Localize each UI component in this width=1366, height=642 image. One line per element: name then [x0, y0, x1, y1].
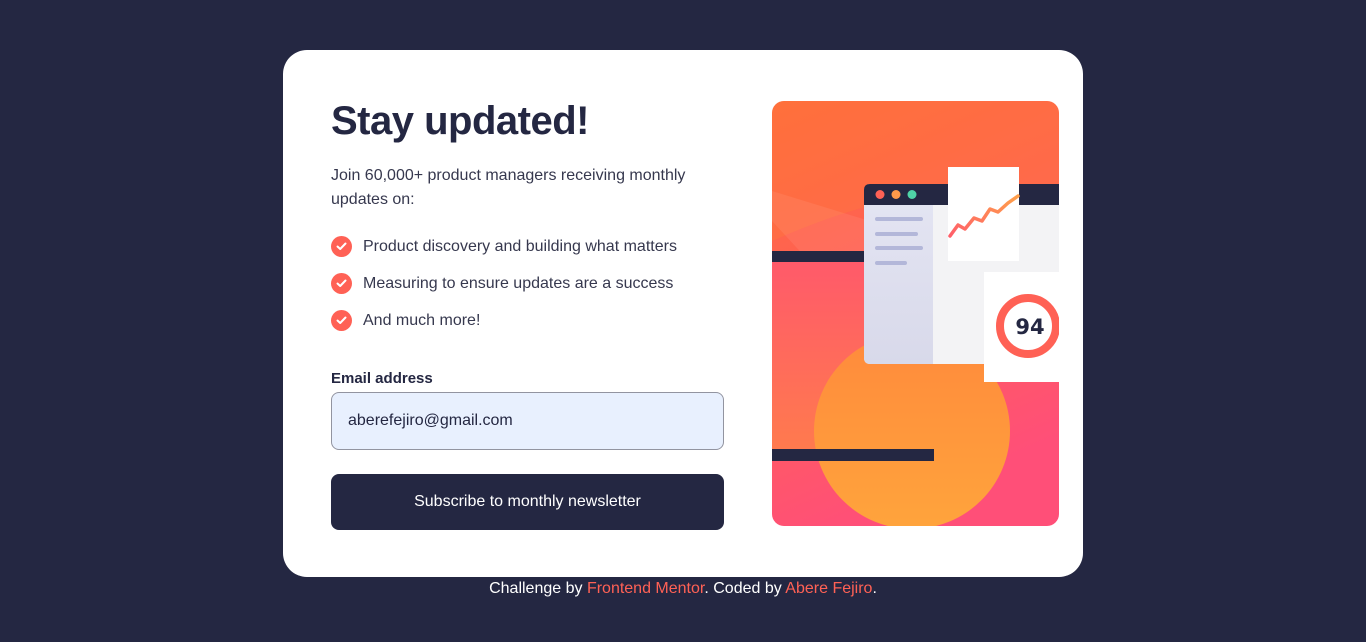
check-icon	[331, 236, 352, 257]
signup-content: Stay updated! Join 60,000+ product manag…	[331, 98, 724, 530]
newsletter-card: Stay updated! Join 60,000+ product manag…	[283, 50, 1083, 577]
check-icon	[331, 273, 352, 294]
attribution-footer: Challenge by Frontend Mentor. Coded by A…	[0, 578, 1366, 600]
score-value: 94	[1015, 315, 1044, 339]
frontend-mentor-link[interactable]: Frontend Mentor	[587, 580, 704, 597]
email-field[interactable]	[331, 392, 724, 450]
footer-text: . Coded by	[704, 580, 786, 597]
benefit-list: Product discovery and building what matt…	[331, 228, 724, 339]
footer-text: Challenge by	[489, 580, 587, 597]
email-label: Email address	[331, 370, 433, 387]
benefit-label: Product discovery and building what matt…	[363, 237, 677, 255]
benefit-label: Measuring to ensure updates are a succes…	[363, 274, 674, 292]
check-icon	[331, 310, 352, 331]
intro-text: Join 60,000+ product managers receiving …	[331, 167, 686, 208]
benefit-item: Measuring to ensure updates are a succes…	[331, 265, 724, 302]
benefit-item: Product discovery and building what matt…	[331, 228, 724, 265]
subscribe-button[interactable]: Subscribe to monthly newsletter	[331, 474, 724, 530]
illustration-graphic: 94	[772, 101, 1059, 526]
author-link[interactable]: Abere Fejiro	[785, 580, 872, 597]
benefit-item: And much more!	[331, 302, 724, 339]
benefit-label: And much more!	[363, 311, 481, 329]
newsletter-illustration: 94	[772, 101, 1059, 526]
page-title: Stay updated!	[331, 99, 589, 143]
footer-text: .	[872, 580, 877, 597]
